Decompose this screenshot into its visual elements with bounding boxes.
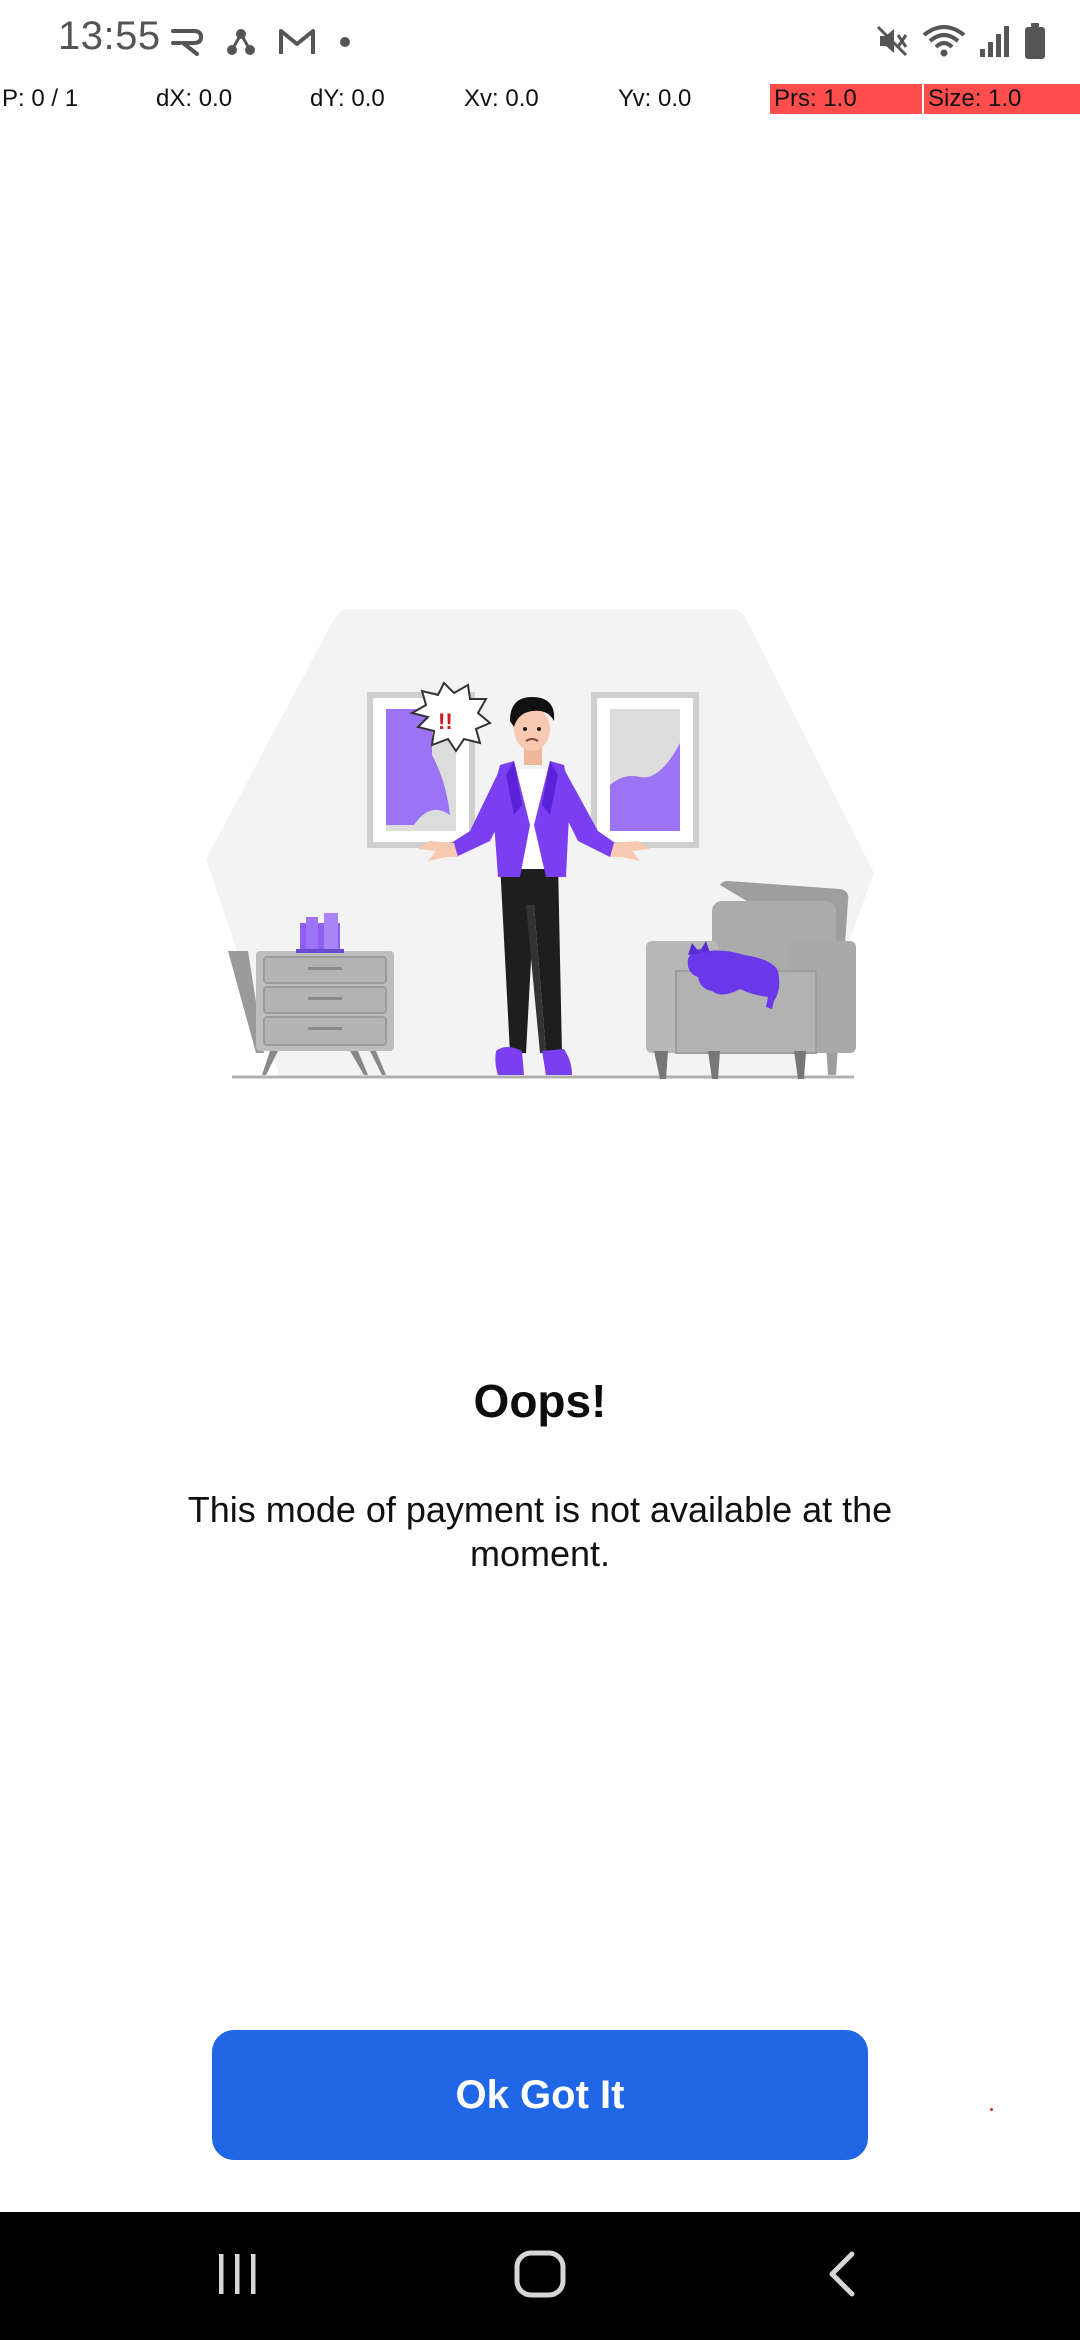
- ok-got-it-button[interactable]: Ok Got It: [212, 2030, 868, 2160]
- confused-person-illustration: !!: [200, 605, 880, 1085]
- svg-text:!!: !!: [438, 709, 453, 734]
- home-button[interactable]: [460, 2212, 620, 2340]
- battery-icon: [1024, 22, 1046, 60]
- dialog-title: Oops!: [473, 1375, 607, 1427]
- recents-icon: [213, 2252, 263, 2301]
- pointer-count: P: 0 / 1: [2, 85, 79, 112]
- status-bar: 13:55: [0, 0, 1080, 84]
- dialog-message: This mode of payment is not available at…: [187, 1489, 893, 1574]
- mute-icon: [874, 23, 910, 59]
- pointer-dy: dY: 0.0: [310, 85, 385, 112]
- status-left-icons: [170, 22, 352, 62]
- pointer-size: Size: 1.0: [924, 84, 1080, 114]
- pointer-xv: Xv: 0.0: [464, 85, 539, 112]
- pointer-dx: dX: 0.0: [156, 85, 233, 112]
- status-time: 13:55: [58, 14, 161, 58]
- dot-icon: [338, 35, 352, 49]
- gmail-icon: [278, 27, 316, 57]
- status-right-icons: [874, 18, 1046, 64]
- touch-indicator: [990, 2108, 993, 2111]
- back-button[interactable]: [762, 2212, 922, 2340]
- navigation-bar: [0, 2212, 1080, 2340]
- back-icon: [824, 2250, 860, 2303]
- pointer-pressure: Prs: 1.0: [770, 84, 922, 114]
- wifi-icon: [922, 23, 966, 59]
- share-network-icon: [226, 27, 256, 57]
- r-app-icon: [170, 27, 204, 57]
- home-icon: [514, 2250, 566, 2303]
- pointer-location-overlay: P: 0 / 1 dX: 0.0 dY: 0.0 Xv: 0.0 Yv: 0.0…: [0, 84, 1080, 114]
- signal-icon: [978, 23, 1012, 59]
- recents-button[interactable]: [158, 2212, 318, 2340]
- pointer-yv: Yv: 0.0: [618, 85, 692, 112]
- screen: 13:55 P: 0 / 1 dX: 0.0 dY: 0.0 Xv: 0.0 Y…: [0, 0, 1080, 2340]
